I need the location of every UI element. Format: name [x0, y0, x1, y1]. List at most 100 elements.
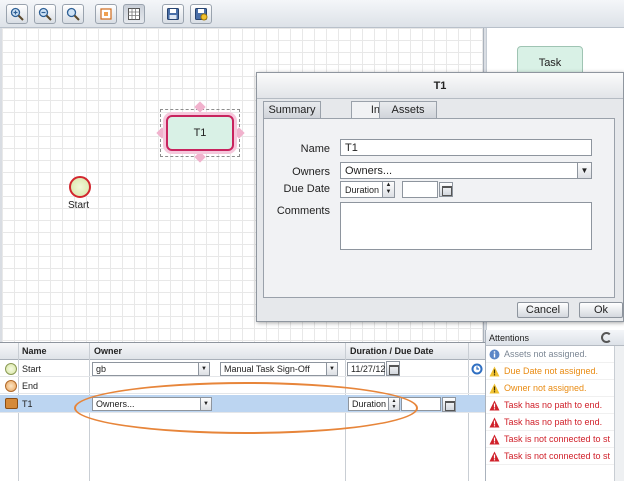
calendar-icon[interactable] [442, 397, 456, 412]
warning-icon [489, 383, 500, 394]
save-icon [167, 8, 179, 20]
refresh-icon[interactable] [601, 332, 612, 343]
save-as-icon [195, 8, 208, 21]
row-name: T1 [22, 399, 33, 409]
calendar-icon[interactable] [386, 361, 400, 376]
attention-item[interactable]: Task is not connected to st [486, 448, 624, 465]
signoff-value: Manual Task Sign-Off [224, 364, 310, 374]
tab-assets[interactable]: Assets [379, 101, 437, 119]
col-header-owner[interactable]: Owner [94, 346, 122, 356]
info-panel: Name T1 Owners Owners... ▼ Due Date Dura… [263, 118, 615, 298]
name-input[interactable]: T1 [340, 139, 592, 156]
owners-select[interactable]: Owners... ▼ [92, 397, 212, 411]
attentions-header: Attentions [486, 330, 624, 346]
zoom-out-button[interactable] [34, 4, 56, 24]
attention-text: Task is not connected to st [504, 434, 611, 444]
attention-item[interactable]: Task is not connected to st [486, 431, 624, 448]
tab-summary[interactable]: Summary [263, 101, 321, 119]
owners-select-value: Owners... [345, 165, 393, 177]
comments-textarea[interactable] [340, 202, 592, 250]
table-row[interactable]: Start gb ▼ Manual Task Sign-Off ▼ 11/27/… [0, 361, 485, 377]
save-as-button[interactable] [190, 4, 212, 24]
attention-item[interactable]: Task has no path to end. [486, 397, 624, 414]
chevron-down-icon: ▼ [577, 163, 591, 178]
duration-select[interactable]: Duration ▲ ▼ [348, 397, 400, 411]
start-node-label: Start [68, 200, 90, 211]
owners-value: Owners... [96, 399, 135, 409]
attention-text: Due Date not assigned. [504, 366, 599, 376]
dialog-title: T1 [257, 73, 623, 99]
attention-text: Task is not connected to st [504, 451, 611, 461]
grid-toggle-button[interactable] [123, 4, 145, 24]
zoom-in-icon [10, 7, 24, 21]
palette-task-label: Task [538, 57, 562, 69]
warning-icon [489, 366, 500, 377]
cancel-button[interactable]: Cancel [517, 302, 569, 318]
zoom-in-button[interactable] [6, 4, 28, 24]
duration-value: Duration [352, 399, 387, 409]
grid-header: Name Owner Duration / Due Date [0, 343, 485, 360]
col-header-duration[interactable]: Duration / Due Date [350, 346, 434, 356]
attention-item[interactable]: Assets not assigned. [486, 346, 624, 363]
task-node-label: T1 [193, 127, 207, 139]
table-row[interactable]: End [0, 378, 485, 394]
due-date-label: Due Date [283, 183, 330, 195]
spinner-icon: ▲ ▼ [382, 182, 394, 197]
grid-toggle-icon [128, 8, 140, 20]
attentions-panel: Attentions Assets not assigned. Due Date … [485, 330, 624, 481]
attention-text: Owner not assigned. [504, 383, 587, 393]
error-icon [489, 400, 500, 411]
due-date-field[interactable]: 11/27/12 [347, 362, 385, 376]
signoff-select[interactable]: Manual Task Sign-Off ▼ [220, 362, 338, 376]
start-node[interactable] [69, 176, 91, 198]
task-node-t1[interactable]: T1 [166, 115, 234, 151]
ok-button[interactable]: Ok [579, 302, 623, 318]
due-type-select[interactable]: Duration ▲ ▼ [340, 181, 395, 198]
start-row-icon [5, 363, 17, 375]
fit-to-screen-icon [100, 8, 112, 20]
attention-text: Task has no path to end. [504, 400, 603, 410]
spinner-icon: ▲ ▼ [388, 398, 399, 410]
end-row-icon [5, 380, 17, 392]
table-row[interactable]: T1 Owners... ▼ Duration ▲ ▼ [0, 395, 485, 413]
duration-amount-field[interactable] [401, 397, 441, 411]
zoom-out-icon [38, 7, 52, 21]
comments-label: Comments [276, 205, 330, 217]
attention-text: Assets not assigned. [504, 349, 588, 359]
due-type-value: Duration [345, 185, 380, 195]
calendar-icon[interactable] [439, 182, 453, 197]
attention-item[interactable]: Task has no path to end. [486, 414, 624, 431]
owners-label: Owners [292, 166, 330, 178]
attentions-list: Assets not assigned. Due Date not assigne… [486, 346, 624, 465]
error-icon [489, 451, 500, 462]
due-amount-input[interactable] [402, 181, 438, 198]
owners-select[interactable]: Owners... ▼ [340, 162, 592, 179]
col-header-name[interactable]: Name [22, 346, 47, 356]
row-name: End [22, 381, 39, 391]
attentions-scrollbar[interactable] [614, 346, 624, 481]
clock-icon[interactable] [471, 363, 483, 375]
chevron-down-icon: ▼ [200, 398, 211, 410]
zoom-reset-button[interactable] [62, 4, 84, 24]
task-row-icon [5, 398, 18, 409]
attention-item[interactable]: Owner not assigned. [486, 380, 624, 397]
zoom-reset-icon [66, 7, 80, 21]
owner-select[interactable]: gb ▼ [92, 362, 210, 376]
task-grid: Name Owner Duration / Due Date Start gb … [0, 342, 485, 481]
info-icon [489, 349, 500, 360]
error-icon [489, 417, 500, 428]
name-label: Name [300, 143, 330, 155]
owner-value: gb [96, 364, 107, 374]
save-button[interactable] [162, 4, 184, 24]
fit-to-screen-button[interactable] [95, 4, 117, 24]
attentions-title: Attentions [489, 333, 530, 343]
chevron-down-icon: ▼ [326, 363, 337, 375]
error-icon [489, 434, 500, 445]
due-date-value: 11/27/12 [351, 364, 386, 374]
row-name: Start [22, 364, 42, 374]
attention-item[interactable]: Due Date not assigned. [486, 363, 624, 380]
attention-text: Task has no path to end. [504, 417, 603, 427]
workflow-editor: Start T1 Task Name Owner Duration / Due … [0, 0, 624, 481]
task-properties-dialog: T1 Summary Info Assets Name T1 Owners Ow… [256, 72, 624, 322]
toolbar [0, 0, 624, 28]
